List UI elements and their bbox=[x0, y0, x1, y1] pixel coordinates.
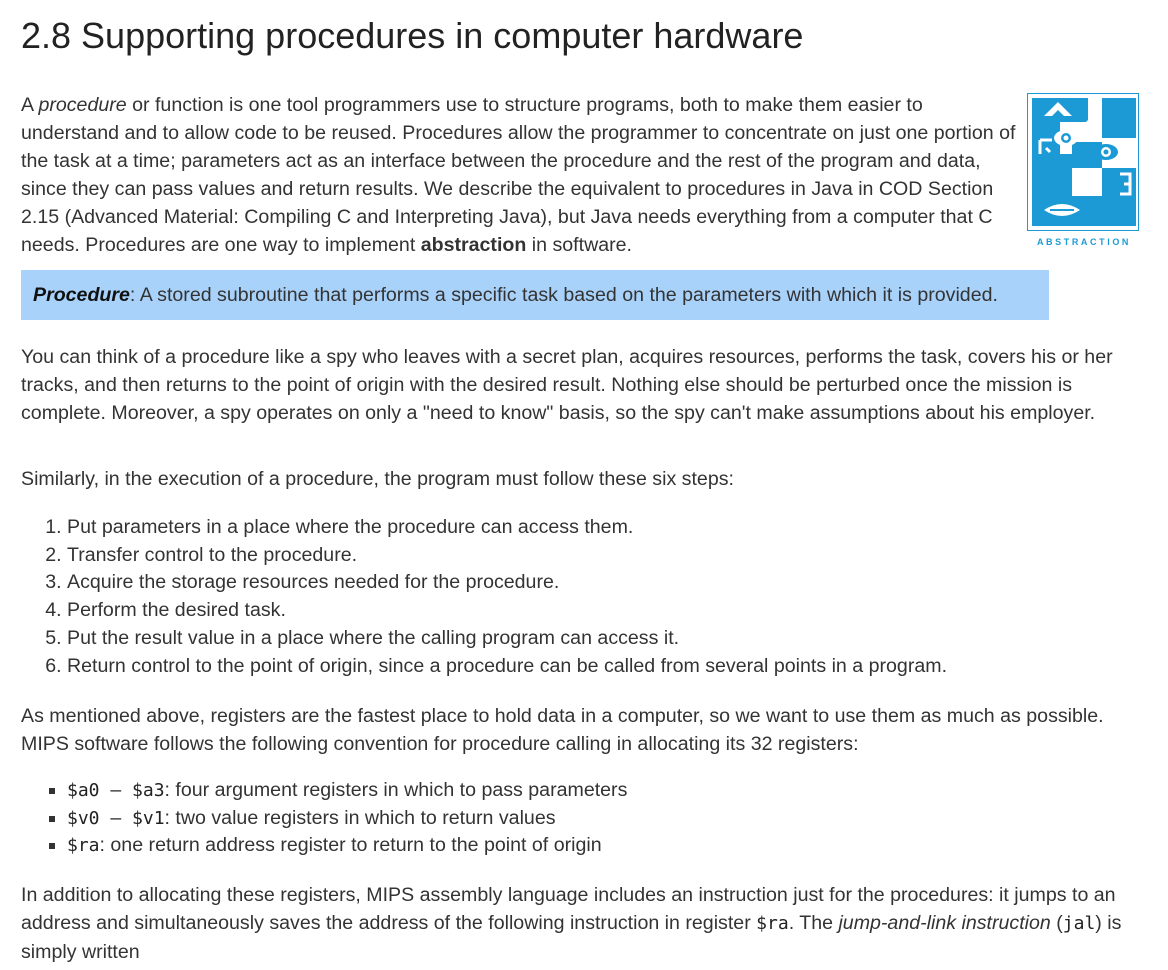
intro-text-b: or function is one tool programmers use … bbox=[21, 94, 1016, 256]
definition-box: Procedure: A stored subroutine that perf… bbox=[21, 270, 1049, 320]
register-code: $a0 – $a3 bbox=[67, 780, 165, 801]
steps-list: Put parameters in a place where the proc… bbox=[21, 514, 1147, 680]
jal-code: jal bbox=[1062, 913, 1096, 934]
registers-list: $a0 – $a3: four argument registers in wh… bbox=[21, 777, 627, 860]
steps-intro: Similarly, in the execution of a procedu… bbox=[21, 468, 734, 490]
register-desc: : four argument registers in which to pa… bbox=[164, 779, 628, 801]
list-item: Acquire the storage resources needed for… bbox=[67, 569, 1147, 597]
list-item: $a0 – $a3: four argument registers in wh… bbox=[67, 777, 627, 805]
list-item: Put the result value in a place where th… bbox=[67, 625, 1147, 653]
abstraction-label: ABSTRACTION bbox=[1036, 237, 1132, 247]
section-heading: 2.8 Supporting procedures in computer ha… bbox=[21, 15, 804, 56]
jal-text-b: . The bbox=[788, 912, 839, 934]
abstraction-term: abstraction bbox=[420, 234, 527, 256]
ra-code: $ra bbox=[756, 913, 789, 934]
definition-text: : A stored subroutine that performs a sp… bbox=[129, 284, 998, 306]
jal-paragraph: In addition to allocating these register… bbox=[21, 881, 1141, 966]
spy-paragraph: You can think of a procedure like a spy … bbox=[21, 346, 1113, 424]
intro-paragraph: A procedure or function is one tool prog… bbox=[21, 91, 1016, 259]
list-item: $v0 – $v1: two value registers in which … bbox=[67, 805, 627, 833]
register-code: $ra bbox=[67, 835, 100, 857]
procedure-term: procedure bbox=[38, 94, 127, 116]
definition-term: Procedure bbox=[33, 284, 130, 306]
list-item: Perform the desired task. bbox=[67, 597, 1147, 625]
list-item: $ra: one return address register to retu… bbox=[67, 832, 627, 860]
jal-term: jump-and-link instruction bbox=[838, 912, 1051, 934]
registers-intro: As mentioned above, registers are the fa… bbox=[21, 705, 1104, 755]
register-code: $v0 – $v1 bbox=[67, 807, 165, 829]
register-desc: : two value registers in which to return… bbox=[164, 806, 556, 829]
jal-text-c: ( bbox=[1050, 912, 1063, 934]
list-item: Return control to the point of origin, s… bbox=[67, 653, 1147, 681]
abstraction-badge: ABSTRACTION bbox=[1027, 93, 1141, 247]
intro-text-a: A bbox=[21, 94, 39, 116]
abstraction-face-icon bbox=[1027, 93, 1139, 231]
register-desc: : one return address register to return … bbox=[99, 834, 602, 857]
list-item: Put parameters in a place where the proc… bbox=[67, 514, 1147, 542]
intro-text-c: in software. bbox=[526, 234, 632, 256]
list-item: Transfer control to the procedure. bbox=[67, 542, 1147, 570]
